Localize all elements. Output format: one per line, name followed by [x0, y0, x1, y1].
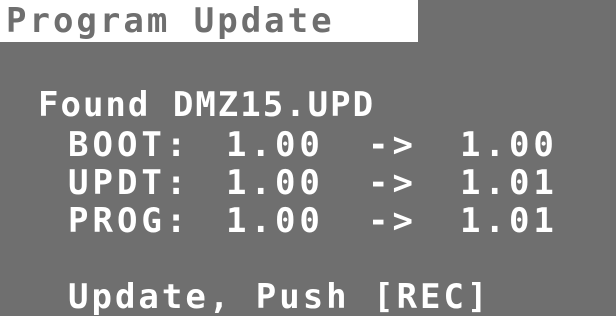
current-version: 1.00	[226, 163, 324, 203]
update-prompt: Update, Push [REC]	[68, 277, 491, 316]
version-label: UPDT:	[68, 163, 191, 203]
arrow-glyph: ->	[368, 125, 417, 165]
lcd-screen: Program Update Found DMZ15.UPD BOOT: 1.00…	[0, 0, 616, 316]
arrow-glyph: ->	[368, 163, 417, 203]
current-version: 1.00	[226, 201, 324, 241]
new-version: 1.00	[460, 125, 558, 165]
title-bar: Program Update	[0, 0, 418, 42]
version-row-prog: PROG: 1.00 -> 1.01	[68, 204, 558, 238]
found-file-line: Found DMZ15.UPD	[38, 88, 375, 122]
current-version: 1.00	[226, 125, 324, 165]
found-file-name: DMZ15.UPD	[172, 85, 376, 125]
screen-title: Program Update	[6, 1, 335, 41]
arrow-glyph: ->	[368, 201, 417, 241]
version-row-boot: BOOT: 1.00 -> 1.00	[68, 128, 558, 162]
version-row-updt: UPDT: 1.00 -> 1.01	[68, 166, 558, 200]
new-version: 1.01	[460, 163, 558, 203]
version-label: BOOT:	[68, 125, 191, 165]
new-version: 1.01	[460, 201, 558, 241]
version-label: PROG:	[68, 201, 191, 241]
found-label: Found	[38, 85, 151, 125]
